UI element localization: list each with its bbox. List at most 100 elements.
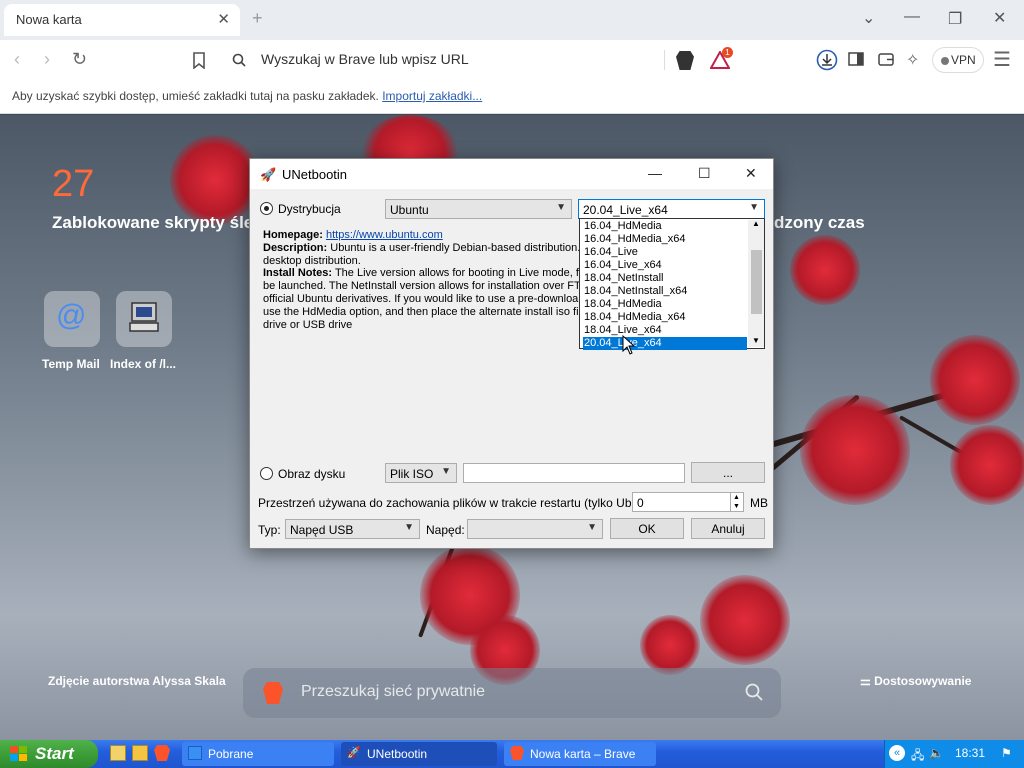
bookmarks-bar: Aby uzyskać szybki dostęp, umieść zakład… bbox=[0, 80, 1024, 114]
dropdown-option[interactable]: 16.04_HdMedia bbox=[583, 220, 747, 233]
explorer-icon[interactable] bbox=[132, 745, 148, 761]
cancel-button[interactable]: Anuluj bbox=[691, 518, 765, 539]
clock[interactable]: 18:31 bbox=[955, 746, 985, 760]
background-blossom bbox=[640, 615, 700, 675]
ntp-search-box[interactable]: Przeszukaj sieć prywatnie bbox=[243, 668, 781, 718]
ntp-search-input[interactable]: Przeszukaj sieć prywatnie bbox=[301, 683, 485, 701]
leo-ai-icon[interactable]: ✧ bbox=[906, 50, 919, 70]
import-bookmarks-link[interactable]: Importuj zakładki... bbox=[382, 89, 482, 103]
brave-icon[interactable] bbox=[154, 745, 170, 761]
chevron-down-icon: ▼ bbox=[441, 466, 451, 477]
start-button[interactable]: Start bbox=[0, 740, 98, 768]
chevron-down-icon: ▼ bbox=[749, 202, 759, 213]
address-bar[interactable]: Wyszukaj w Brave lub wpisz URL bbox=[220, 45, 746, 75]
persistence-value: 0 bbox=[637, 496, 644, 510]
bookmark-icon[interactable] bbox=[192, 52, 206, 69]
vpn-button[interactable]: VPN bbox=[932, 47, 984, 73]
address-input[interactable]: Wyszukaj w Brave lub wpisz URL bbox=[261, 51, 469, 67]
image-type-select[interactable]: Plik ISO ▼ bbox=[385, 463, 457, 483]
computer-icon bbox=[129, 302, 159, 332]
image-path-input[interactable] bbox=[463, 463, 685, 483]
downloads-icon[interactable] bbox=[816, 49, 838, 71]
dropdown-option[interactable]: 18.04_NetInstall bbox=[583, 272, 747, 285]
install-notes-text: The Live version allows for booting in L… bbox=[334, 267, 579, 280]
distribution-label: Dystrybucja bbox=[278, 202, 341, 216]
disk-image-label: Obraz dysku bbox=[278, 467, 346, 481]
unetbootin-titlebar[interactable]: 🚀 UNetbootin — ☐ ✕ bbox=[250, 159, 773, 189]
dropdown-option[interactable]: 16.04_HdMedia_x64 bbox=[583, 233, 747, 246]
chevron-down-icon: ▼ bbox=[404, 522, 414, 533]
top-site-label: Temp Mail bbox=[42, 357, 100, 371]
tab-close-icon[interactable]: ✕ bbox=[217, 10, 230, 28]
dropdown-option[interactable]: 16.04_Live_x64 bbox=[583, 259, 747, 272]
scrollbar-thumb[interactable] bbox=[751, 250, 762, 314]
forward-icon[interactable]: › bbox=[44, 49, 50, 70]
top-site-temp-mail[interactable]: @ bbox=[44, 291, 100, 347]
dropdown-option[interactable]: 18.04_HdMedia bbox=[583, 298, 747, 311]
description-label: Description: bbox=[263, 241, 328, 254]
new-tab-icon[interactable]: + bbox=[252, 8, 263, 29]
customize-button[interactable]: ⚌ Dostosowywanie bbox=[860, 674, 971, 688]
maximize-icon[interactable]: ☐ bbox=[698, 165, 711, 182]
description-text: Ubuntu is a user-friendly Debian-based d… bbox=[330, 241, 579, 254]
dropdown-scrollbar[interactable]: ▲ ▼ bbox=[748, 219, 764, 347]
dropdown-option-selected[interactable]: 20.04_Live_x64 bbox=[583, 337, 747, 350]
reload-icon[interactable]: ↻ bbox=[72, 49, 87, 70]
version-dropdown-list[interactable]: 16.04_HdMedia 16.04_HdMedia_x64 16.04_Li… bbox=[579, 218, 765, 350]
tab-list-chevron-icon[interactable]: ⌄ bbox=[862, 8, 875, 28]
tray-expand-icon[interactable]: « bbox=[889, 745, 905, 761]
close-icon[interactable]: ✕ bbox=[745, 165, 757, 182]
task-label: UNetbootin bbox=[367, 747, 428, 761]
distribution-radio[interactable] bbox=[260, 202, 273, 215]
distribution-value: Ubuntu bbox=[390, 203, 429, 217]
dropdown-option[interactable]: 16.04_Live bbox=[583, 246, 747, 259]
spinner-arrows-icon[interactable]: ▲ ▼ bbox=[730, 493, 742, 511]
task-brave[interactable]: Nowa karta – Brave bbox=[504, 742, 656, 766]
homepage-link[interactable]: https://www.ubuntu.com bbox=[326, 229, 443, 241]
task-pobrane[interactable]: Pobrane bbox=[182, 742, 334, 766]
disk-image-radio[interactable] bbox=[260, 467, 273, 480]
minimize-icon[interactable]: — bbox=[904, 8, 920, 26]
restore-icon[interactable]: ❐ bbox=[948, 9, 962, 29]
notification-badge: 1 bbox=[722, 47, 733, 58]
minimize-icon[interactable]: — bbox=[648, 165, 662, 181]
tab-new-tab[interactable]: Nowa karta ✕ bbox=[4, 4, 240, 36]
network-icon[interactable]: 🖧 bbox=[911, 746, 924, 767]
scroll-down-icon[interactable]: ▼ bbox=[752, 336, 760, 345]
sliders-icon: ⚌ bbox=[860, 674, 875, 688]
saved-time-label: dzony czas bbox=[774, 213, 865, 232]
task-label: Nowa karta – Brave bbox=[530, 747, 636, 761]
top-site-index[interactable] bbox=[116, 291, 172, 347]
wallet-icon[interactable] bbox=[878, 52, 894, 66]
background-blossom bbox=[700, 575, 790, 665]
background-blossom bbox=[170, 135, 260, 225]
type-label: Typ: bbox=[258, 523, 281, 537]
type-select[interactable]: Napęd USB ▼ bbox=[285, 519, 420, 539]
menu-icon[interactable]: ☰ bbox=[993, 47, 1011, 72]
scroll-up-icon[interactable]: ▲ bbox=[752, 219, 760, 228]
dropdown-option[interactable]: 18.04_Live_x64 bbox=[583, 324, 747, 337]
sidebar-icon[interactable] bbox=[848, 52, 864, 66]
dropdown-option[interactable]: 18.04_HdMedia_x64 bbox=[583, 311, 747, 324]
distribution-select[interactable]: Ubuntu ▼ bbox=[385, 199, 572, 219]
notification-icon[interactable]: ⚑ bbox=[1001, 746, 1012, 760]
show-desktop-icon[interactable] bbox=[110, 745, 126, 761]
blocked-count: 27 bbox=[52, 163, 95, 205]
volume-icon[interactable]: 🔈 bbox=[929, 746, 944, 760]
dropdown-option[interactable]: 18.04_NetInstall_x64 bbox=[583, 285, 747, 298]
address-divider bbox=[664, 50, 665, 70]
back-icon[interactable]: ‹ bbox=[14, 49, 20, 70]
ok-button[interactable]: OK bbox=[610, 518, 684, 539]
persistence-input[interactable]: 0 ▲ ▼ bbox=[632, 492, 744, 512]
browse-button[interactable]: ... bbox=[691, 462, 765, 483]
photo-credit[interactable]: Zdjęcie autorstwa Alyssa Skala bbox=[48, 674, 226, 688]
blocked-label: Zablokowane skrypty śle bbox=[52, 213, 254, 232]
drive-select[interactable]: ▼ bbox=[467, 519, 603, 539]
task-unetbootin[interactable]: 🚀 UNetbootin bbox=[341, 742, 497, 766]
close-window-icon[interactable]: ✕ bbox=[993, 8, 1006, 28]
windows-logo-icon bbox=[10, 746, 27, 761]
bookmarks-hint-text: Aby uzyskać szybki dostęp, umieść zakład… bbox=[12, 89, 379, 103]
vpn-status-icon bbox=[941, 57, 949, 65]
browser-toolbar: ‹ › ↻ Wyszukaj w Brave lub wpisz URL 1 ✧… bbox=[0, 40, 1024, 80]
version-select[interactable]: 20.04_Live_x64 ▼ bbox=[578, 199, 765, 219]
